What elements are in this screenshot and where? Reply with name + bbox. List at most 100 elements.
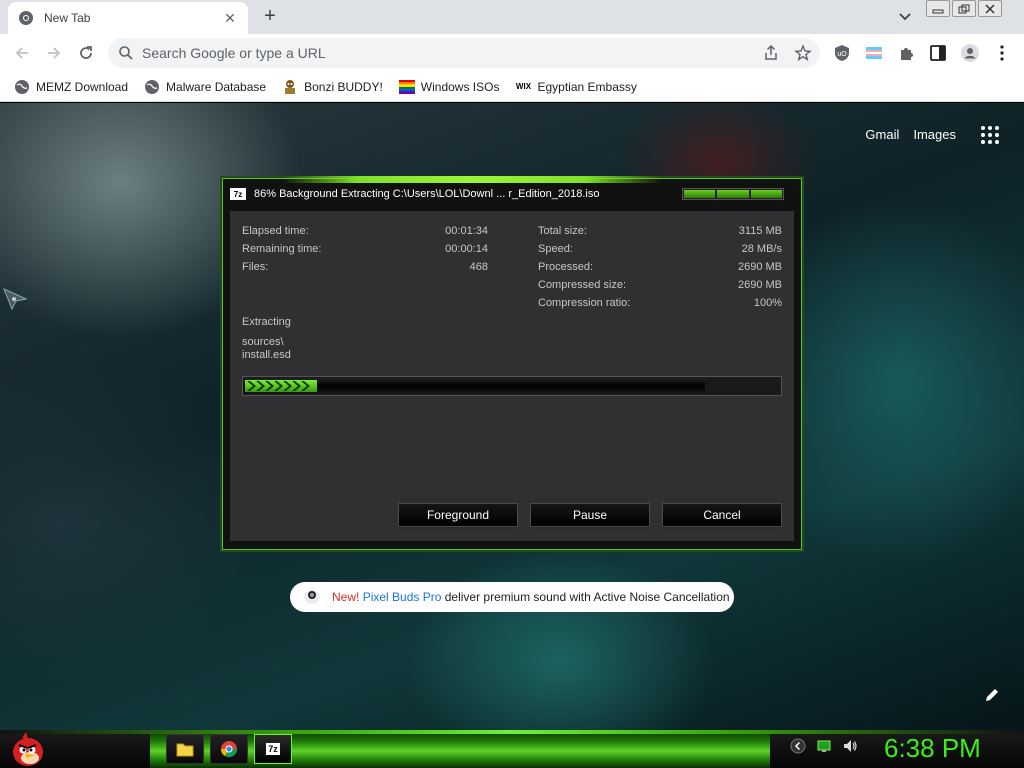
minimize-icon bbox=[932, 9, 944, 13]
processed-label: Processed: bbox=[538, 261, 594, 273]
file-explorer-icon bbox=[176, 743, 194, 757]
bookmark-memz-download[interactable]: MEMZ Download bbox=[14, 79, 128, 95]
compressed-size-label: Compressed size: bbox=[538, 279, 627, 291]
back-arrow-icon bbox=[15, 47, 28, 59]
forward-button[interactable] bbox=[42, 41, 66, 65]
bookmark-label: Bonzi BUDDY! bbox=[304, 79, 383, 94]
back-button[interactable] bbox=[10, 41, 34, 65]
search-icon bbox=[119, 46, 133, 60]
tab-new-tab[interactable]: New Tab ✕ bbox=[8, 2, 248, 34]
bookmark-label: Malware Database bbox=[166, 79, 267, 94]
compression-ratio-value: 100% bbox=[753, 297, 782, 309]
desktop-cursor-icon bbox=[3, 288, 28, 311]
7zip-icon: 7z bbox=[266, 743, 280, 755]
globe-icon bbox=[14, 79, 30, 95]
address-input[interactable] bbox=[142, 45, 820, 61]
gmail-link[interactable]: Gmail bbox=[865, 127, 899, 142]
menu-kebab-icon[interactable] bbox=[992, 43, 1012, 63]
new-tab-page: Gmail Images 7z 86% Background Extractin… bbox=[0, 103, 1024, 730]
images-link[interactable]: Images bbox=[913, 127, 956, 142]
bookmark-label: Egyptian Embassy bbox=[537, 79, 637, 94]
svg-text:uO: uO bbox=[837, 51, 847, 58]
trans-flag-extension-icon[interactable] bbox=[864, 43, 884, 63]
bonzi-icon bbox=[282, 79, 298, 95]
progress-chevrons-icon bbox=[245, 380, 317, 392]
volume-icon[interactable] bbox=[842, 738, 858, 754]
current-path: sources\ bbox=[242, 336, 284, 348]
back-chevron-icon[interactable] bbox=[790, 738, 806, 754]
7zip-logo-icon: 7z bbox=[230, 188, 246, 200]
remaining-time-value: 00:00:14 bbox=[445, 243, 488, 255]
bookmark-windows-isos[interactable]: Windows ISOs bbox=[398, 79, 500, 95]
close-icon bbox=[985, 3, 995, 14]
total-size-value: 3115 MB bbox=[738, 225, 782, 237]
bookmark-label: MEMZ Download bbox=[36, 79, 129, 94]
tab-close-icon[interactable]: ✕ bbox=[222, 10, 238, 27]
share-icon[interactable] bbox=[762, 44, 780, 62]
current-file: install.esd bbox=[242, 349, 291, 361]
promo-banner[interactable]: New! Pixel Buds Pro deliver premium soun… bbox=[290, 582, 734, 612]
files-value: 468 bbox=[469, 261, 488, 273]
rainbow-flag-icon bbox=[398, 79, 415, 95]
pixel-buds-icon bbox=[304, 590, 320, 604]
tab-search-chevron-icon[interactable] bbox=[896, 8, 914, 26]
reload-icon bbox=[80, 46, 92, 59]
dialog-maximize-button[interactable] bbox=[717, 190, 749, 198]
wix-icon: WIX bbox=[515, 82, 532, 91]
dialog-minimize-button[interactable] bbox=[684, 190, 716, 198]
minimize-button[interactable] bbox=[926, 0, 950, 17]
taskbar-chrome[interactable] bbox=[210, 734, 248, 764]
pause-button[interactable]: Pause bbox=[530, 503, 650, 527]
dialog-window-controls[interactable] bbox=[682, 188, 784, 200]
total-size-label: Total size: bbox=[538, 225, 587, 237]
address-bar[interactable] bbox=[108, 38, 820, 68]
ublock-icon[interactable]: uO bbox=[832, 43, 852, 63]
bookmark-bonzi-buddy[interactable]: Bonzi BUDDY! bbox=[282, 79, 383, 95]
customize-pencil-icon[interactable] bbox=[984, 687, 1000, 703]
side-panel-icon[interactable] bbox=[928, 43, 948, 63]
reload-button[interactable] bbox=[74, 41, 98, 65]
remaining-time-label: Remaining time: bbox=[242, 243, 322, 255]
cancel-button[interactable]: Cancel bbox=[662, 503, 782, 527]
taskbar-file-explorer[interactable] bbox=[166, 734, 204, 764]
elapsed-time-value: 00:01:34 bbox=[445, 225, 488, 237]
bookmark-egyptian-embassy[interactable]: WIX Egyptian Embassy bbox=[515, 79, 637, 95]
window-controls bbox=[926, 0, 1002, 17]
angry-bird-start-icon[interactable] bbox=[8, 730, 48, 768]
forward-arrow-icon bbox=[48, 47, 61, 59]
speed-value: 28 MB/s bbox=[741, 243, 782, 255]
profile-avatar-icon[interactable] bbox=[960, 43, 980, 63]
promo-new-label: New! bbox=[332, 590, 360, 604]
taskbar-top-glow bbox=[0, 730, 1024, 734]
chrome-icon bbox=[19, 11, 33, 25]
bookmarks-bar: MEMZ Download Malware Database Bonzi BUD… bbox=[0, 72, 1024, 102]
elapsed-time-label: Elapsed time: bbox=[242, 225, 309, 237]
bookmark-star-icon[interactable] bbox=[794, 44, 812, 62]
compressed-size-value: 2690 MB bbox=[737, 279, 782, 291]
extensions-puzzle-icon[interactable] bbox=[896, 43, 916, 63]
network-icon[interactable] bbox=[816, 738, 832, 754]
bookmark-malware-database[interactable]: Malware Database bbox=[144, 79, 266, 95]
processed-value: 2690 MB bbox=[737, 261, 782, 273]
globe-icon bbox=[144, 79, 160, 95]
taskbar-7zip[interactable]: 7z bbox=[254, 734, 292, 764]
bookmark-label: Windows ISOs bbox=[420, 79, 500, 94]
dialog-close-button[interactable] bbox=[750, 190, 782, 198]
7zip-extract-dialog: 7z 86% Background Extracting C:\Users\LO… bbox=[220, 176, 804, 552]
taskbar-clock[interactable]: 6:38 PM bbox=[884, 733, 981, 764]
google-top-links: Gmail Images bbox=[865, 127, 956, 142]
dialog-top-glow bbox=[282, 176, 662, 183]
browser-toolbar: uO bbox=[0, 34, 1024, 72]
promo-product-link[interactable]: Pixel Buds Pro bbox=[363, 590, 442, 604]
restore-button[interactable] bbox=[952, 0, 976, 17]
dialog-titlebar: 7z 86% Background Extracting C:\Users\LO… bbox=[230, 188, 599, 200]
google-apps-grid-icon[interactable] bbox=[980, 125, 1000, 145]
foreground-button[interactable]: Foreground bbox=[398, 503, 518, 527]
speed-label: Speed: bbox=[538, 243, 573, 255]
extraction-progress-bar bbox=[242, 376, 782, 396]
new-tab-button[interactable]: + bbox=[258, 4, 282, 28]
system-tray bbox=[790, 738, 858, 754]
promo-text: deliver premium sound with Active Noise … bbox=[444, 590, 730, 604]
close-window-button[interactable] bbox=[978, 0, 1002, 17]
restore-icon bbox=[958, 4, 970, 13]
